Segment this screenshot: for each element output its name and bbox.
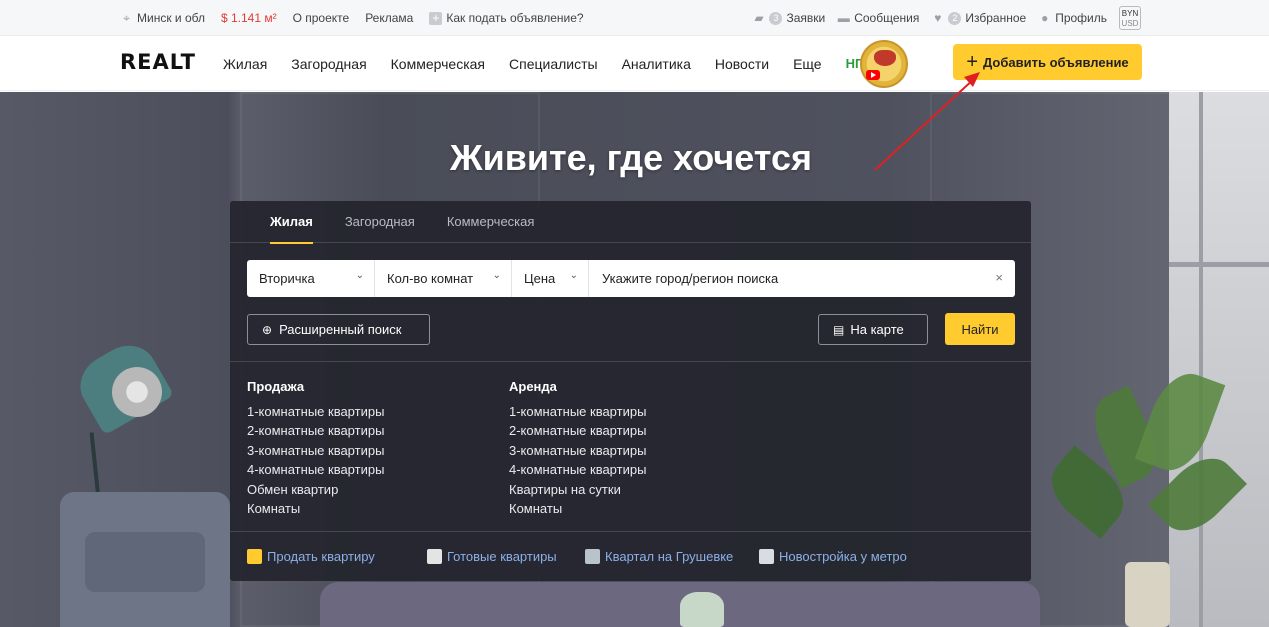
chevron-down-icon: ⌄: [492, 270, 501, 281]
chevron-down-icon: ⌄: [355, 270, 364, 281]
rent-links-column: Аренда 1-комнатные квартиры 2-комнатные …: [509, 379, 646, 518]
how-to-post-link[interactable]: + Как подать объявление?: [429, 11, 584, 25]
armchair-decor: [60, 492, 230, 627]
favorites-link[interactable]: ♥ 2 Избранное: [931, 11, 1026, 25]
chat-icon: ▬: [837, 10, 850, 25]
nav-analytics[interactable]: Аналитика: [622, 56, 691, 72]
clear-icon[interactable]: ×: [995, 270, 1003, 285]
sale-link[interactable]: Комнаты: [247, 499, 384, 518]
search-icon: ⊕: [262, 322, 273, 337]
property-type-value: Вторичка: [259, 271, 315, 286]
lightbulb-icon: [247, 548, 262, 564]
rooms-select[interactable]: Кол-во комнат ⌄: [375, 260, 512, 297]
location-input[interactable]: Укажите город/регион поиска ×: [589, 260, 1015, 297]
nav-links: Жилая Загородная Коммерческая Специалист…: [223, 36, 879, 91]
realt-logo[interactable]: REALT: [120, 50, 196, 74]
quick-link-metro-newbuild[interactable]: Новостройка у метро: [759, 548, 907, 564]
about-link[interactable]: О проекте: [293, 11, 350, 25]
sale-link[interactable]: 4-комнатные квартиры: [247, 460, 384, 479]
location-selector[interactable]: ⌖ Минск и обл: [120, 11, 205, 25]
requests-link[interactable]: ▰ 3 Заявки: [752, 11, 825, 25]
search-panel: Жилая Загородная Коммерческая Вторичка ⌄…: [230, 201, 1031, 581]
currency-byn: BYN: [1121, 8, 1139, 18]
sale-link[interactable]: 2-комнатные квартиры: [247, 421, 384, 440]
chevron-down-icon: ⌄: [569, 270, 578, 281]
rent-link[interactable]: 2-комнатные квартиры: [509, 421, 646, 440]
rooms-value: Кол-во комнат: [387, 271, 474, 286]
building-icon: [585, 548, 600, 564]
sale-link[interactable]: 3-комнатные квартиры: [247, 441, 384, 460]
rent-link[interactable]: 3-комнатные квартиры: [509, 441, 646, 460]
nav-more[interactable]: Еще: [793, 56, 822, 72]
map-icon: ▤: [833, 322, 845, 337]
plus-square-icon: +: [429, 11, 443, 25]
price-value: Цена: [524, 271, 556, 286]
plant-pot-decor: [1125, 562, 1170, 627]
folder-icon: ▰: [754, 10, 764, 25]
search-form-row: Вторичка ⌄ Кол-во комнат ⌄ Цена ⌄ Укажит…: [247, 260, 1015, 297]
divider: [230, 361, 1031, 362]
how-to-post-label: Как подать объявление?: [446, 11, 584, 25]
main-navigation: REALT Жилая Загородная Коммерческая Спец…: [0, 36, 1269, 91]
quick-link-grushevka[interactable]: Квартал на Грушевке: [585, 548, 734, 564]
quick-link-label: Продать квартиру: [267, 548, 375, 564]
add-listing-label: Добавить объявление: [983, 54, 1129, 70]
advanced-search-label: Расширенный поиск: [279, 322, 402, 337]
sale-link[interactable]: Обмен квартир: [247, 480, 384, 499]
sale-links-column: Продажа 1-комнатные квартиры 2-комнатные…: [247, 379, 384, 518]
rent-link[interactable]: 4-комнатные квартиры: [509, 460, 646, 479]
tab-country[interactable]: Загородная: [345, 201, 415, 243]
ads-link[interactable]: Реклама: [365, 11, 413, 25]
quick-link-label: Новостройка у метро: [779, 548, 907, 564]
rent-heading: Аренда: [509, 379, 557, 394]
requests-label: Заявки: [786, 11, 826, 25]
rent-link[interactable]: 1-комнатные квартиры: [509, 402, 646, 421]
map-pin-icon: ⌖: [123, 10, 130, 25]
nav-commercial[interactable]: Коммерческая: [391, 56, 485, 72]
tab-residential[interactable]: Жилая: [270, 201, 313, 244]
find-button[interactable]: Найти: [945, 313, 1015, 345]
favorites-count-badge: 2: [948, 11, 962, 25]
advanced-search-button[interactable]: ⊕ Расширенный поиск: [247, 314, 430, 345]
sale-heading: Продажа: [247, 379, 305, 394]
price-per-meter[interactable]: $ 1.141 м²: [221, 11, 277, 25]
messages-link[interactable]: ▬ Сообщения: [837, 10, 920, 25]
nav-residential[interactable]: Жилая: [223, 56, 267, 72]
location-placeholder: Укажите город/регион поиска: [602, 271, 779, 286]
tab-commercial[interactable]: Коммерческая: [447, 201, 535, 243]
quick-link-ready-flats[interactable]: Готовые квартиры: [427, 548, 557, 564]
price-select[interactable]: Цена ⌄: [512, 260, 589, 297]
hero-section: Живите, где хочется Жилая Загородная Ком…: [0, 92, 1269, 627]
property-type-select[interactable]: Вторичка ⌄: [247, 260, 375, 297]
sale-link[interactable]: 1-комнатные квартиры: [247, 402, 384, 421]
map-button[interactable]: ▤ На карте: [818, 314, 928, 345]
profile-link[interactable]: ● Профиль: [1038, 11, 1107, 25]
top-utility-bar: ⌖ Минск и обл $ 1.141 м² О проекте Реклам…: [0, 0, 1269, 36]
nav-country[interactable]: Загородная: [291, 56, 366, 72]
currency-switch[interactable]: BYN USD: [1119, 6, 1141, 30]
quick-link-sell-flat[interactable]: Продать квартиру: [247, 548, 375, 564]
nav-specialists[interactable]: Специалисты: [509, 56, 598, 72]
rent-link[interactable]: Комнаты: [509, 499, 646, 518]
quick-link-label: Готовые квартиры: [447, 548, 557, 564]
tower-icon: [759, 548, 774, 564]
map-label: На карте: [850, 322, 904, 337]
building-icon: [427, 548, 442, 564]
quick-link-label: Квартал на Грушевке: [605, 548, 734, 564]
location-label: Минск и обл: [137, 11, 205, 25]
favorites-label: Избранное: [965, 11, 1027, 25]
messages-label: Сообщения: [854, 11, 920, 25]
heart-icon: ♥: [934, 10, 942, 25]
divider: [230, 531, 1031, 532]
search-tabs: Жилая Загородная Коммерческая: [230, 201, 1031, 244]
vase-decor: [680, 592, 724, 627]
annotation-arrow: [874, 72, 980, 171]
hero-title: Живите, где хочется: [450, 137, 812, 178]
user-icon: ●: [1041, 10, 1049, 25]
profile-label: Профиль: [1055, 11, 1107, 25]
nav-news[interactable]: Новости: [715, 56, 769, 72]
currency-usd: USD: [1121, 18, 1139, 28]
requests-count-badge: 3: [769, 11, 783, 25]
rent-link[interactable]: Квартиры на сутки: [509, 480, 646, 499]
